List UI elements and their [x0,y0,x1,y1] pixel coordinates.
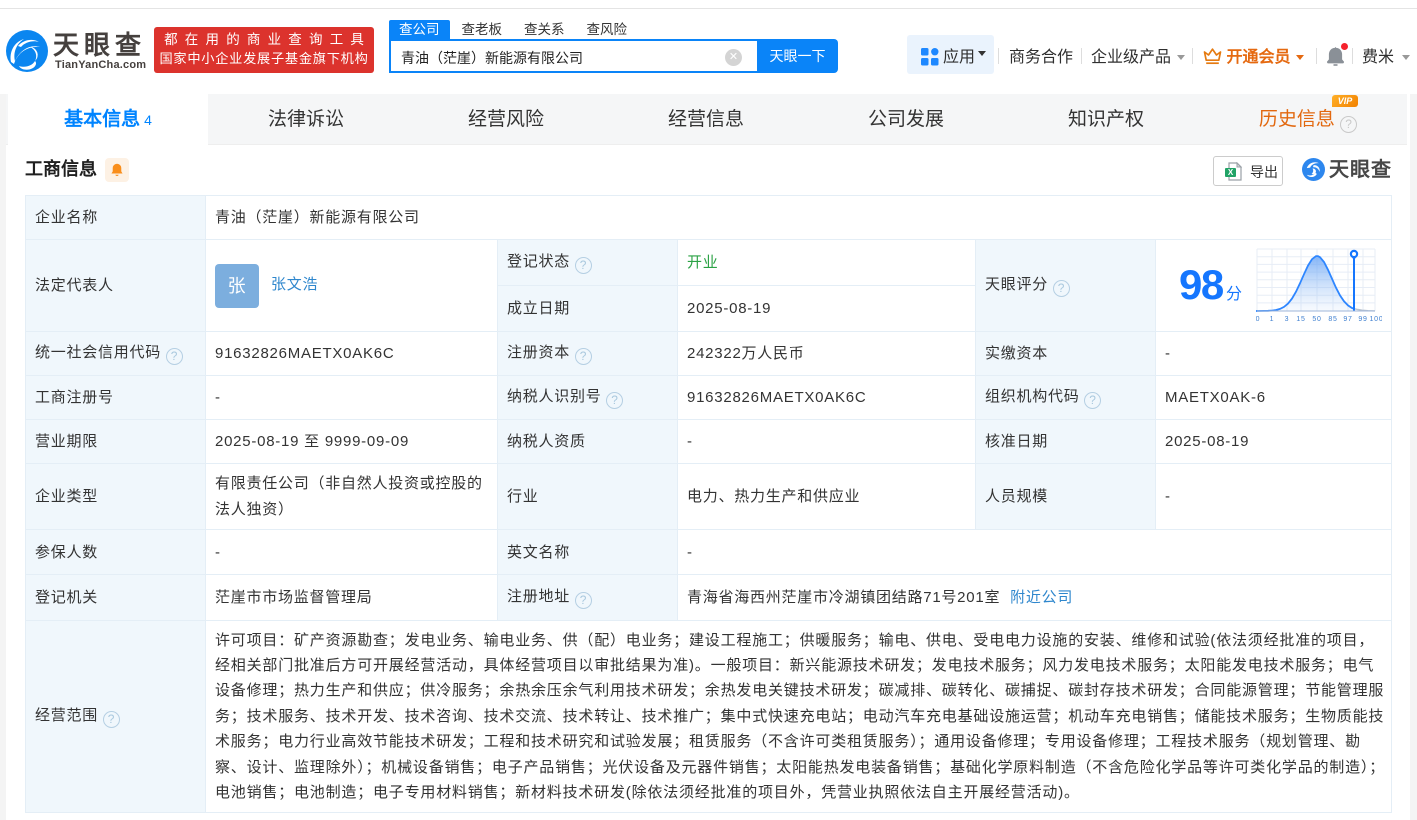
svg-text:97: 97 [1343,316,1352,323]
svg-text:1: 1 [1270,316,1275,323]
svg-text:50: 50 [1312,316,1321,323]
svg-text:100: 100 [1370,316,1382,323]
svg-text:3: 3 [1285,316,1290,323]
svg-text:0: 0 [1256,316,1260,323]
svg-text:15: 15 [1296,316,1305,323]
svg-text:99: 99 [1358,316,1367,323]
svg-text:85: 85 [1328,316,1337,323]
svg-text:X: X [1228,168,1234,177]
